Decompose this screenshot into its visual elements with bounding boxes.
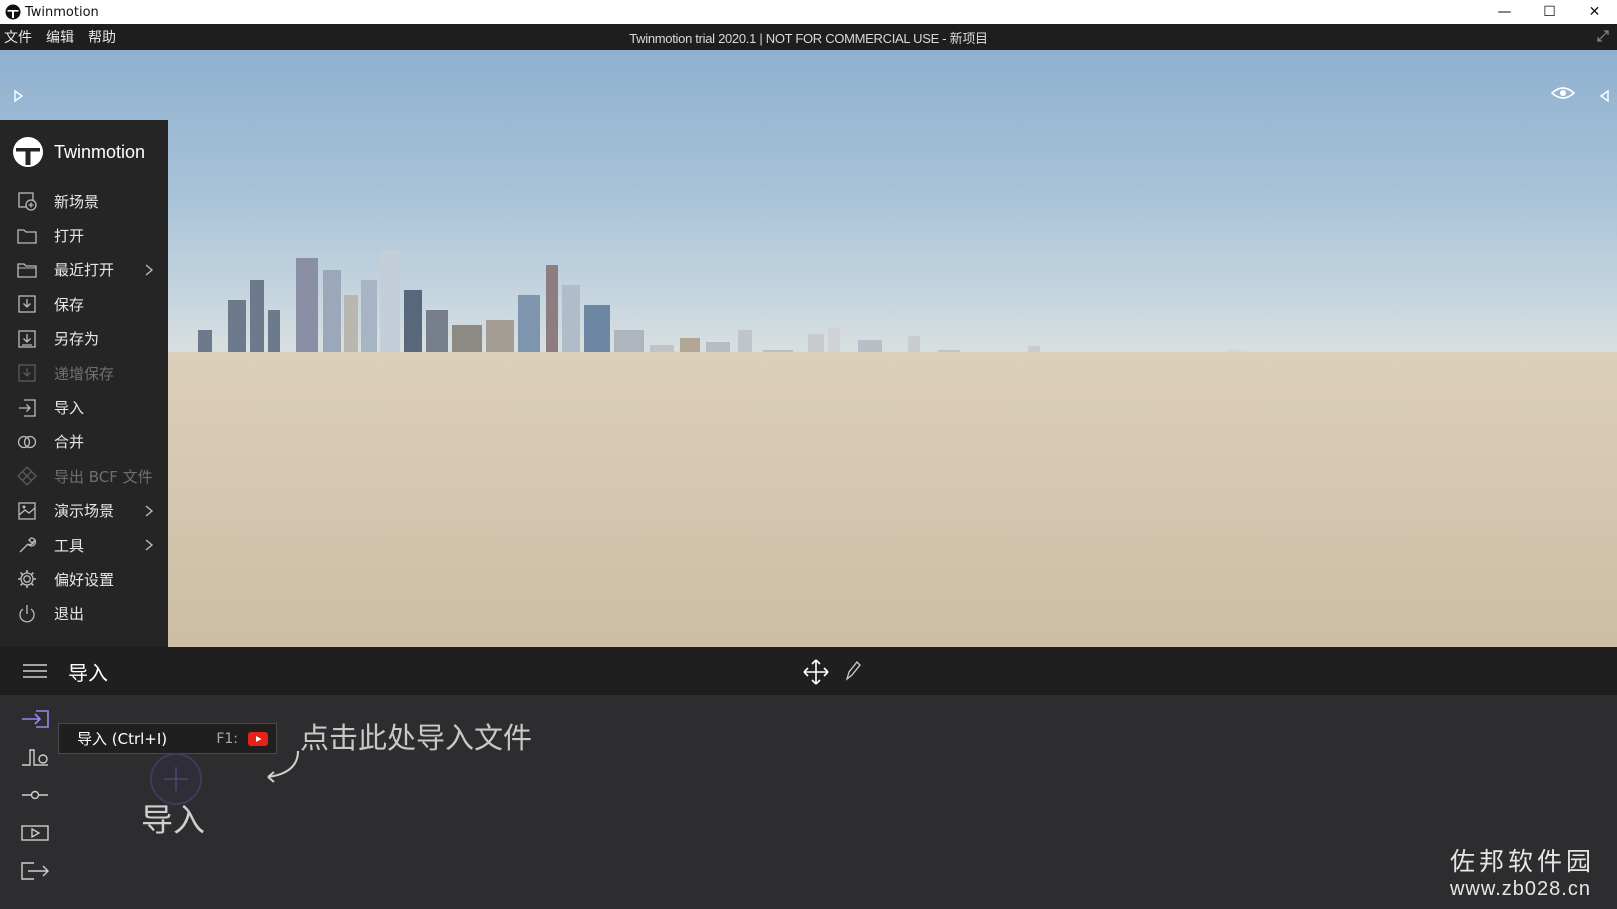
wrench-icon xyxy=(16,534,38,556)
slider-icon xyxy=(22,790,48,800)
folder-open-icon xyxy=(16,225,38,247)
menu-item-label: 偏好设置 xyxy=(54,570,115,589)
menu-item-label: 保存 xyxy=(54,295,85,314)
menu-item-label: 导入 xyxy=(54,399,85,418)
window-title-bar: Twinmotion — ☐ ✕ xyxy=(0,0,1617,24)
menu-item-label: 另存为 xyxy=(54,330,100,349)
rail-settings-button[interactable] xyxy=(20,745,50,769)
import-label: 导入 xyxy=(141,801,206,839)
menu-item-label: 演示场景 xyxy=(54,502,115,521)
menu-item-merge[interactable]: 合并 xyxy=(0,425,168,459)
menu-item-recent[interactable]: 最近打开 xyxy=(0,253,168,287)
window-title: Twinmotion xyxy=(25,4,99,20)
watermark: 佐邦软件园 www.zb028.cn xyxy=(1450,842,1595,901)
export-icon xyxy=(21,862,49,880)
brand-name: Twinmotion xyxy=(54,141,146,162)
gear-icon xyxy=(16,568,38,590)
move-arrows-icon[interactable] xyxy=(802,658,830,686)
import-panel: 导入 (Ctrl+I) F1: 点击此处导入文件 导入 佐邦软件园 www.zb… xyxy=(0,695,1617,909)
new-scene-icon xyxy=(16,190,38,212)
menu-item-label: 新场景 xyxy=(54,192,100,211)
import-icon xyxy=(16,397,38,419)
minimize-button[interactable]: — xyxy=(1482,0,1527,24)
menu-item-label: 最近打开 xyxy=(54,261,115,280)
menu-item-label: 退出 xyxy=(54,605,85,624)
viewport-3d[interactable] xyxy=(0,50,1617,647)
close-button[interactable]: ✕ xyxy=(1572,0,1617,24)
hamburger-menu-icon[interactable] xyxy=(22,661,48,681)
import-icon xyxy=(22,710,49,728)
expand-right-panel-icon[interactable] xyxy=(1597,88,1613,104)
menu-file[interactable]: 文件 xyxy=(0,27,38,47)
pen-icon[interactable] xyxy=(843,659,863,681)
tooltip-shortcut: F1: xyxy=(216,730,238,747)
menu-item-label: 递增保存 xyxy=(54,364,115,383)
youtube-icon[interactable] xyxy=(248,732,268,746)
chevron-right-icon xyxy=(145,504,154,517)
bcf-export-icon xyxy=(16,465,38,487)
menu-item-preferences[interactable]: 偏好设置 xyxy=(0,562,168,596)
menu-item-export-bcf: 导出 BCF 文件 xyxy=(0,459,168,493)
media-play-icon xyxy=(21,825,49,841)
demo-scene-icon xyxy=(16,500,38,522)
save-increment-icon xyxy=(16,362,38,384)
eye-icon[interactable] xyxy=(1551,84,1575,102)
watermark-cn: 佐邦软件园 xyxy=(1449,847,1595,876)
chevron-right-icon xyxy=(145,539,154,551)
menu-bar: 文件 编辑 帮助 Twinmotion trial 2020.1 | NOT F… xyxy=(0,24,1617,50)
menu-item-tools[interactable]: 工具 xyxy=(0,528,168,562)
plus-icon xyxy=(164,767,188,791)
menu-item-label: 打开 xyxy=(54,227,85,246)
section-title: 导入 xyxy=(68,661,108,685)
menu-item-demo-scenes[interactable]: 演示场景 xyxy=(0,494,168,528)
save-icon xyxy=(16,293,38,315)
file-menu-list: 新场景 打开 最近打开 保存 另存为 递增保存 导入 合并 导出 BCF 文件 … xyxy=(0,184,168,631)
chevron-right-icon xyxy=(145,264,154,276)
watermark-url: www.zb028.cn xyxy=(1449,878,1591,900)
hint-text: 点击此处导入文件 xyxy=(300,721,533,755)
menu-item-save-increment: 递增保存 xyxy=(0,356,168,390)
brand-header: Twinmotion xyxy=(0,120,168,184)
terrain-settings-icon xyxy=(22,749,48,766)
menu-item-open[interactable]: 打开 xyxy=(0,218,168,252)
save-as-icon xyxy=(16,328,38,350)
power-icon xyxy=(16,603,38,625)
rail-media-button[interactable] xyxy=(20,821,50,845)
menu-item-label: 导出 BCF 文件 xyxy=(54,467,153,486)
menu-item-exit[interactable]: 退出 xyxy=(0,597,168,631)
fullscreen-icon[interactable] xyxy=(1595,28,1611,44)
ground-plane xyxy=(0,352,1617,647)
maximize-button[interactable]: ☐ xyxy=(1527,0,1572,24)
menu-item-save[interactable]: 保存 xyxy=(0,287,168,321)
menu-item-new-scene[interactable]: 新场景 xyxy=(0,184,168,218)
import-tooltip: 导入 (Ctrl+I) F1: xyxy=(58,723,277,754)
rail-export-button[interactable] xyxy=(20,859,50,883)
twinmotion-logo-icon xyxy=(5,4,21,20)
menu-edit[interactable]: 编辑 xyxy=(42,27,80,47)
project-title: Twinmotion trial 2020.1 | NOT FOR COMMER… xyxy=(629,30,988,46)
rail-import-button[interactable] xyxy=(20,707,50,731)
menu-help[interactable]: 帮助 xyxy=(84,27,122,47)
menu-item-import[interactable]: 导入 xyxy=(0,390,168,424)
menu-item-label: 合并 xyxy=(54,433,85,452)
merge-icon xyxy=(16,431,38,453)
menu-item-save-as[interactable]: 另存为 xyxy=(0,322,168,356)
tooltip-text: 导入 (Ctrl+I) xyxy=(77,730,168,748)
curved-arrow-icon xyxy=(267,750,299,783)
folder-recent-icon xyxy=(16,259,38,281)
expand-left-panel-icon[interactable] xyxy=(10,88,26,104)
panel-header: 导入 xyxy=(0,647,1617,695)
rail-slider-button[interactable] xyxy=(20,783,50,807)
menu-item-label: 工具 xyxy=(54,536,85,555)
twinmotion-logo-icon xyxy=(13,137,43,167)
file-menu-panel: Twinmotion 新场景 打开 最近打开 保存 另存为 递增保存 导入 合并… xyxy=(0,120,168,647)
